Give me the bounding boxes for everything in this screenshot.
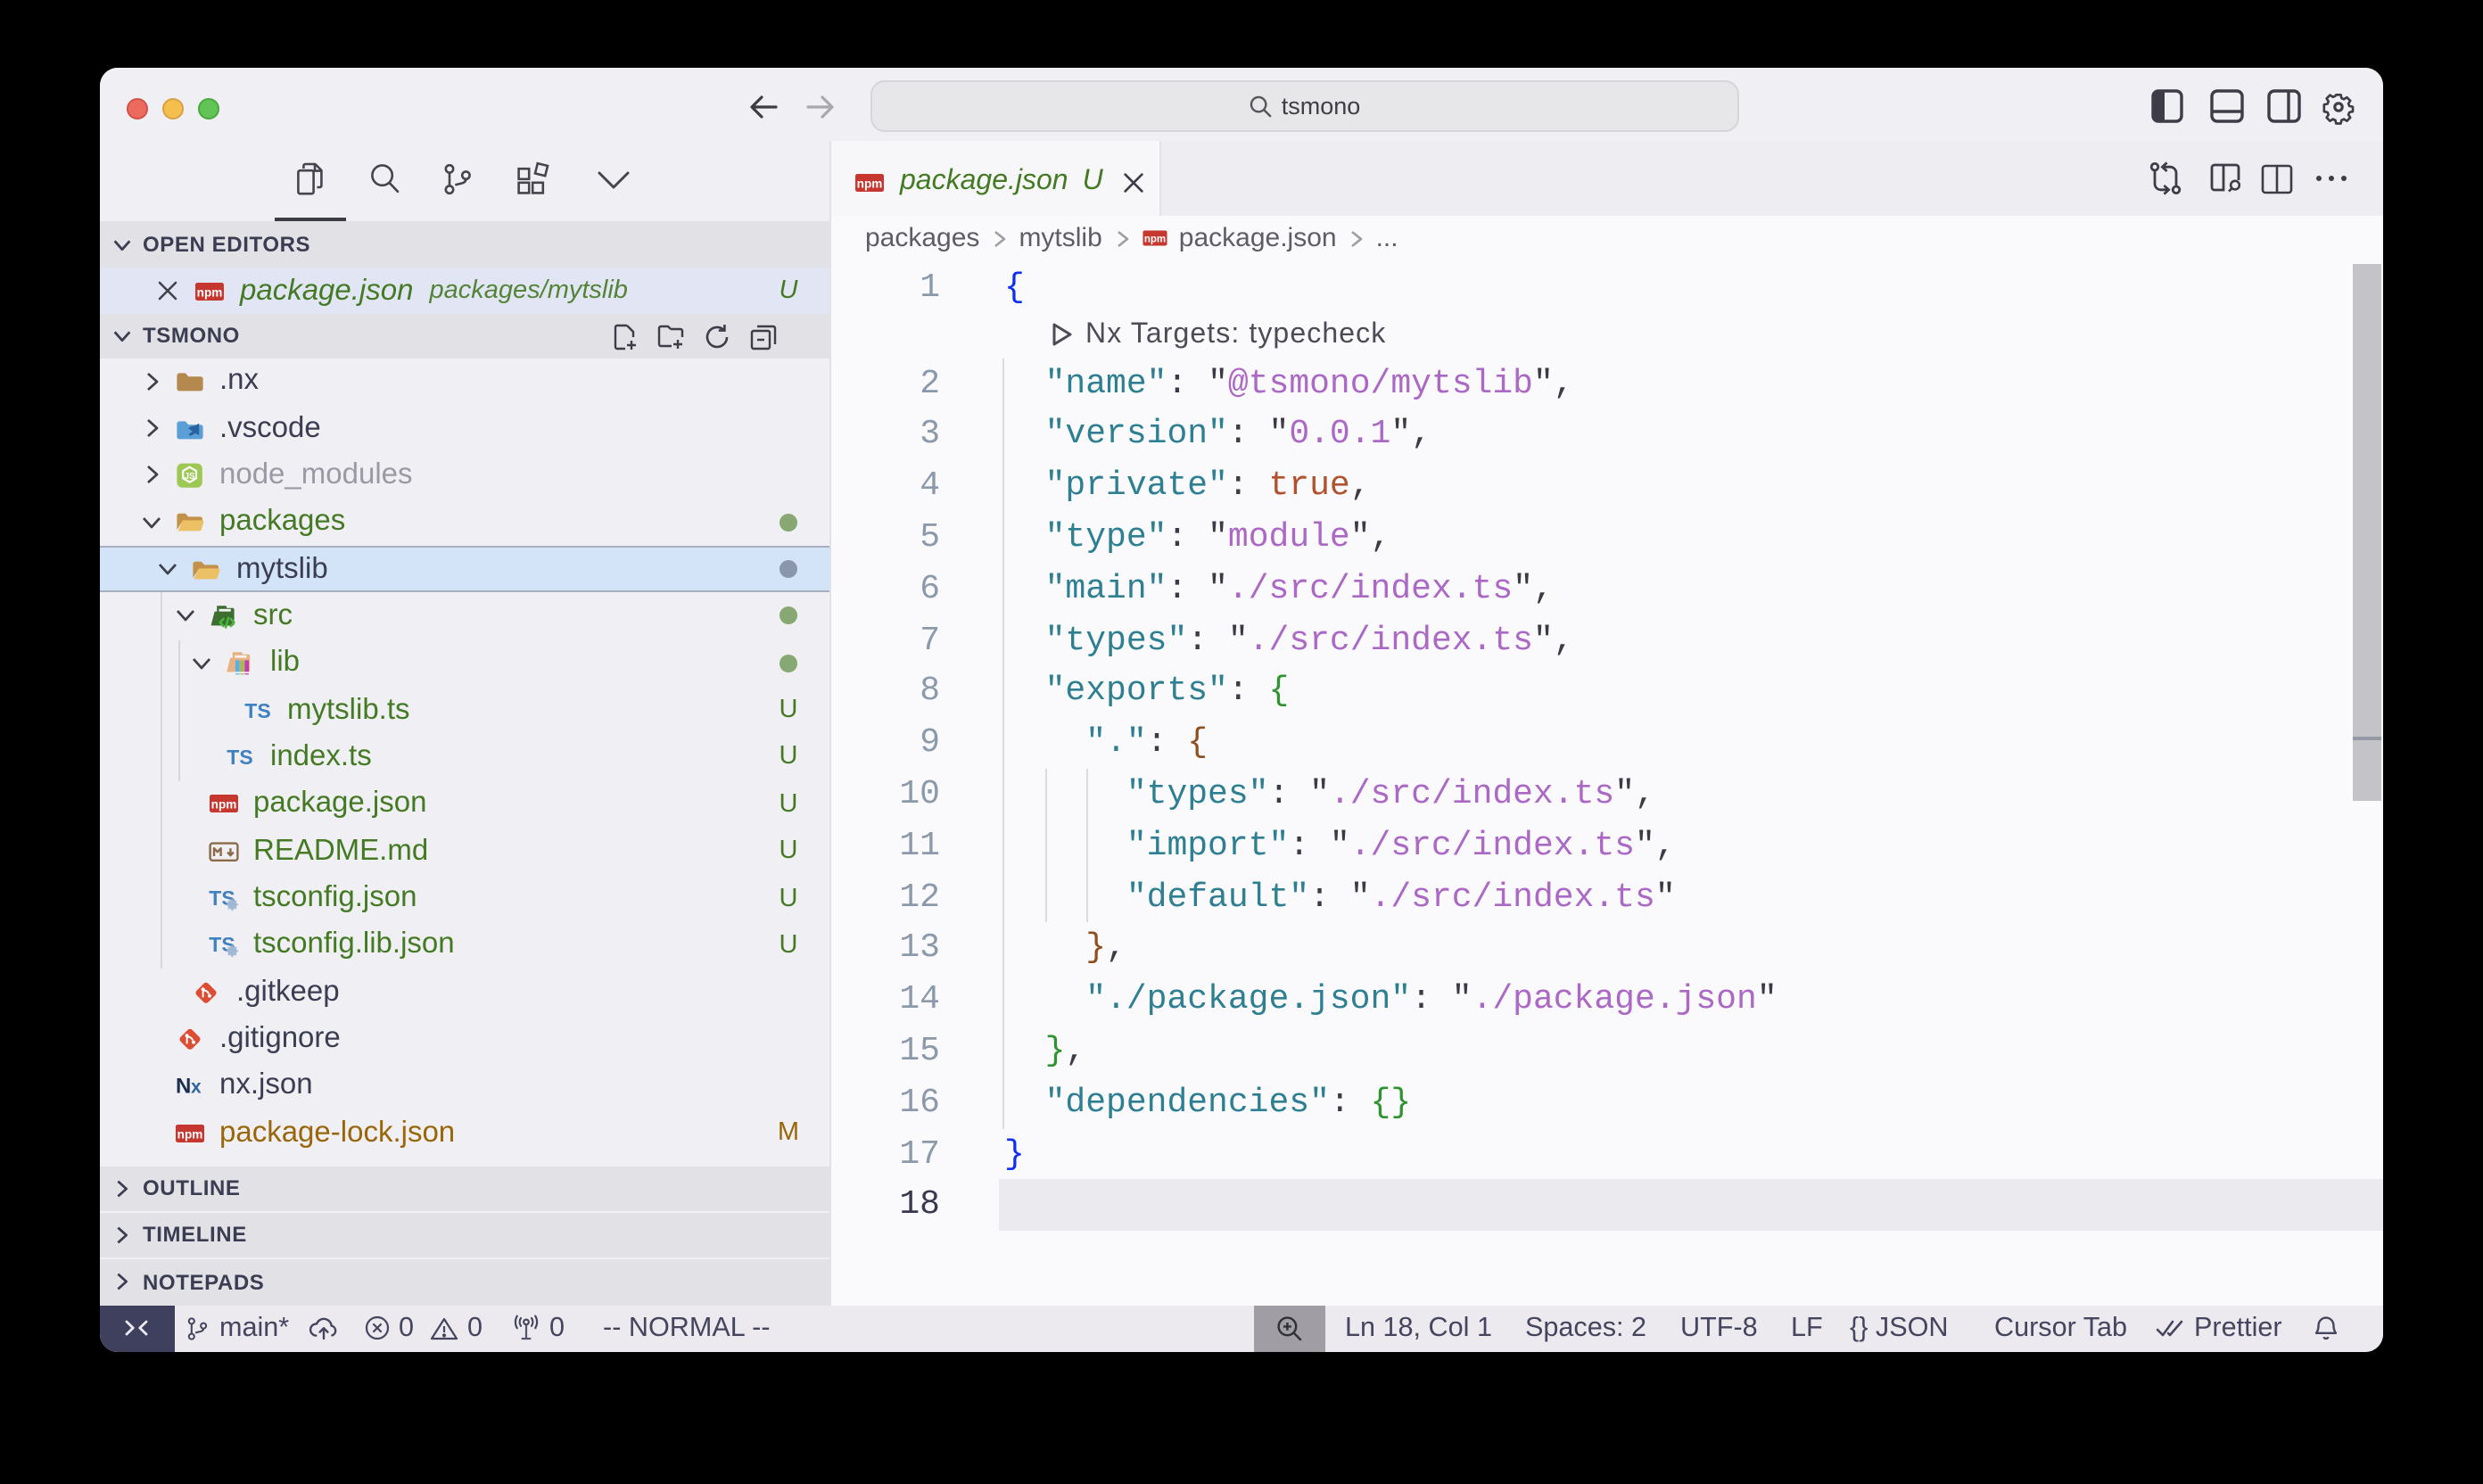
svg-text:npm: npm	[197, 284, 223, 298]
svg-text:npm: npm	[177, 1127, 202, 1141]
svg-text:TS: TS	[243, 698, 269, 721]
svg-text:JS: JS	[184, 472, 194, 482]
svg-text:npm: npm	[1144, 235, 1166, 245]
svg-text:npm: npm	[210, 798, 236, 812]
svg-text:npm: npm	[856, 177, 882, 190]
svg-text:N: N	[175, 1075, 190, 1099]
svg-text:x: x	[190, 1077, 201, 1098]
svg-text:TS: TS	[227, 746, 252, 769]
